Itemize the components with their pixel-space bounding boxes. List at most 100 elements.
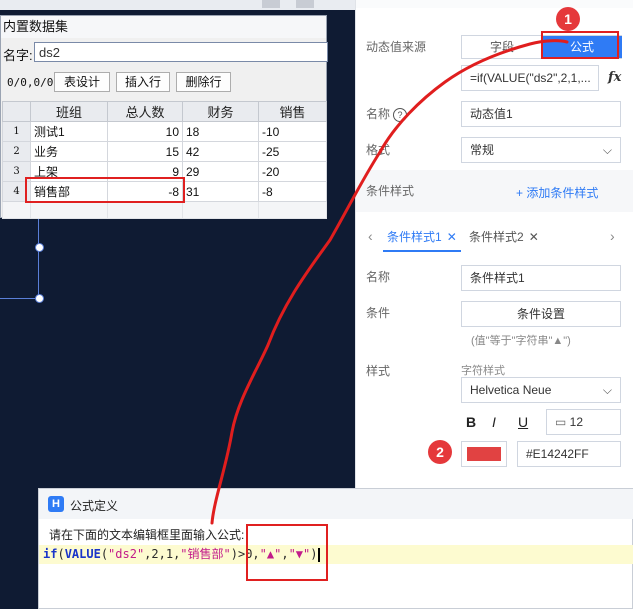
resize-handle[interactable] <box>35 294 44 303</box>
code-token: if <box>43 547 58 561</box>
table-cell[interactable] <box>107 201 183 219</box>
table-cell[interactable] <box>30 201 108 219</box>
row-number: 2 <box>2 141 31 162</box>
formula-editor[interactable]: if(VALUE("ds2",2,1,"销售部")>0,"▲","▼") <box>39 545 633 564</box>
formula-prompt: 请在下面的文本编辑框里面输入公式: <box>49 528 245 542</box>
cond-style-tabs: ‹ 条件样式1 ✕ 条件样式2 ✕ › <box>356 222 633 252</box>
table-cell[interactable]: -25 <box>258 141 327 162</box>
toolbar-icon[interactable] <box>262 0 280 8</box>
table-cell[interactable]: 15 <box>107 141 183 162</box>
name-label-row: 名称? <box>366 105 408 122</box>
format-select[interactable]: 常规 ⌵ <box>461 137 621 163</box>
condition-settings-button[interactable]: 条件设置 <box>461 301 621 327</box>
selection-line <box>0 298 38 299</box>
close-icon[interactable]: ✕ <box>529 230 539 244</box>
active-tab-underline <box>383 250 461 252</box>
condition-label: 条件 <box>366 306 391 320</box>
style-label: 样式 <box>366 364 391 378</box>
row-number <box>2 201 31 219</box>
delete-row-button[interactable]: 删除行 <box>176 72 231 92</box>
name-label: 名称 <box>366 107 391 121</box>
table-cell[interactable] <box>258 201 327 219</box>
table-cell[interactable]: 10 <box>107 121 183 142</box>
name-input[interactable]: 动态值1 <box>461 101 621 127</box>
chevron-down-icon: ⌵ <box>602 383 612 397</box>
tab-label: 条件样式2 <box>469 230 524 244</box>
table-row: 1 测试1 10 18 -10 <box>2 121 327 142</box>
code-token: ( <box>100 547 109 561</box>
formula-field[interactable]: =if(VALUE("ds2",2,1,... <box>461 65 599 91</box>
code-token: "销售部" <box>180 547 231 561</box>
highlight-box <box>25 177 185 203</box>
tab-cond-style-2[interactable]: 条件样式2 ✕ <box>469 228 539 245</box>
table-cell[interactable]: -10 <box>258 121 327 142</box>
column-header[interactable]: 销售 <box>258 101 327 122</box>
code-token: "ds2" <box>108 547 145 561</box>
highlight-box <box>541 31 619 59</box>
table-row: 2 业务 15 42 -25 <box>2 141 327 162</box>
underline-button[interactable]: U <box>518 414 528 430</box>
italic-button[interactable]: I <box>492 414 496 430</box>
format-value: 常规 <box>470 143 495 157</box>
dataset-name-input[interactable]: ds2 <box>34 42 328 62</box>
column-header[interactable]: 总人数 <box>107 101 183 122</box>
cond-style-label: 条件样式 <box>366 184 415 198</box>
color-swatch[interactable] <box>461 441 507 467</box>
font-size-value: 12 <box>569 415 584 429</box>
fx-icon[interactable]: fx <box>608 70 621 85</box>
table-cell[interactable]: 29 <box>182 161 259 182</box>
color-hex-input[interactable]: #E14242FF <box>517 441 621 467</box>
chevron-left-icon[interactable]: ‹ <box>368 228 373 244</box>
format-label: 格式 <box>366 143 391 157</box>
row-number: 1 <box>2 121 31 142</box>
table-cell[interactable]: -20 <box>258 161 327 182</box>
resize-handle[interactable] <box>35 243 44 252</box>
cond-name-input[interactable]: 条件样式1 <box>461 265 621 291</box>
app-logo-icon: H <box>48 496 64 512</box>
font-size-input[interactable]: ▭ 12 <box>546 409 621 435</box>
code-token: ,2,1, <box>144 547 181 561</box>
chevron-right-icon[interactable]: › <box>610 228 615 244</box>
table-cell[interactable]: -8 <box>258 181 327 202</box>
source-field-option[interactable]: 字段 <box>462 36 542 58</box>
tab-cond-style-1[interactable]: 条件样式1 ✕ <box>387 228 457 245</box>
column-header <box>2 101 31 122</box>
tab-label: 条件样式1 <box>387 230 442 244</box>
grid-header: 班组 总人数 财务 销售 <box>2 101 327 122</box>
table-cell[interactable]: 42 <box>182 141 259 162</box>
empty-row <box>2 201 327 219</box>
table-cell[interactable] <box>182 201 259 219</box>
source-label: 动态值来源 <box>366 40 427 54</box>
column-header[interactable]: 班组 <box>30 101 108 122</box>
chevron-down-icon: ⌵ <box>602 143 612 157</box>
code-token: VALUE <box>64 547 101 561</box>
toolbar-icon[interactable] <box>296 0 314 8</box>
step-badge: 2 <box>428 440 452 464</box>
dataset-toolbar: 0/0,0/0 表设计 插入行 删除行 <box>1 72 328 94</box>
cond-name-label: 名称 <box>366 270 391 284</box>
insert-row-button[interactable]: 插入行 <box>116 72 170 92</box>
formula-dialog: H 公式定义 请在下面的文本编辑框里面输入公式: if(VALUE("ds2",… <box>38 488 633 609</box>
font-style-label: 字符样式 <box>461 365 505 377</box>
close-icon[interactable]: ✕ <box>447 230 457 244</box>
cell-position: 0/0,0/0 <box>7 76 54 89</box>
help-icon[interactable]: ? <box>393 108 408 122</box>
code-token: ( <box>57 547 65 561</box>
table-cell[interactable]: 业务 <box>30 141 108 162</box>
font-family-select[interactable]: Helvetica Neue ⌵ <box>461 377 621 403</box>
add-cond-style-button[interactable]: + 添加条件样式 <box>516 184 598 201</box>
formula-dialog-titlebar: H 公式定义 <box>39 489 633 519</box>
condition-hint: (值"等于"字符串"▲") <box>471 335 571 347</box>
highlight-box <box>246 524 328 581</box>
table-cell[interactable]: 31 <box>182 181 259 202</box>
table-cell[interactable]: 18 <box>182 121 259 142</box>
panel-header <box>356 0 633 8</box>
table-design-button[interactable]: 表设计 <box>54 72 110 92</box>
canvas-top-toolbar <box>0 0 355 10</box>
column-header[interactable]: 财务 <box>182 101 259 122</box>
step-badge: 1 <box>556 7 580 31</box>
selection-line <box>38 218 39 298</box>
dataset-name-label: 名字: <box>3 48 33 63</box>
bold-button[interactable]: B <box>466 414 476 430</box>
table-cell[interactable]: 测试1 <box>30 121 108 142</box>
